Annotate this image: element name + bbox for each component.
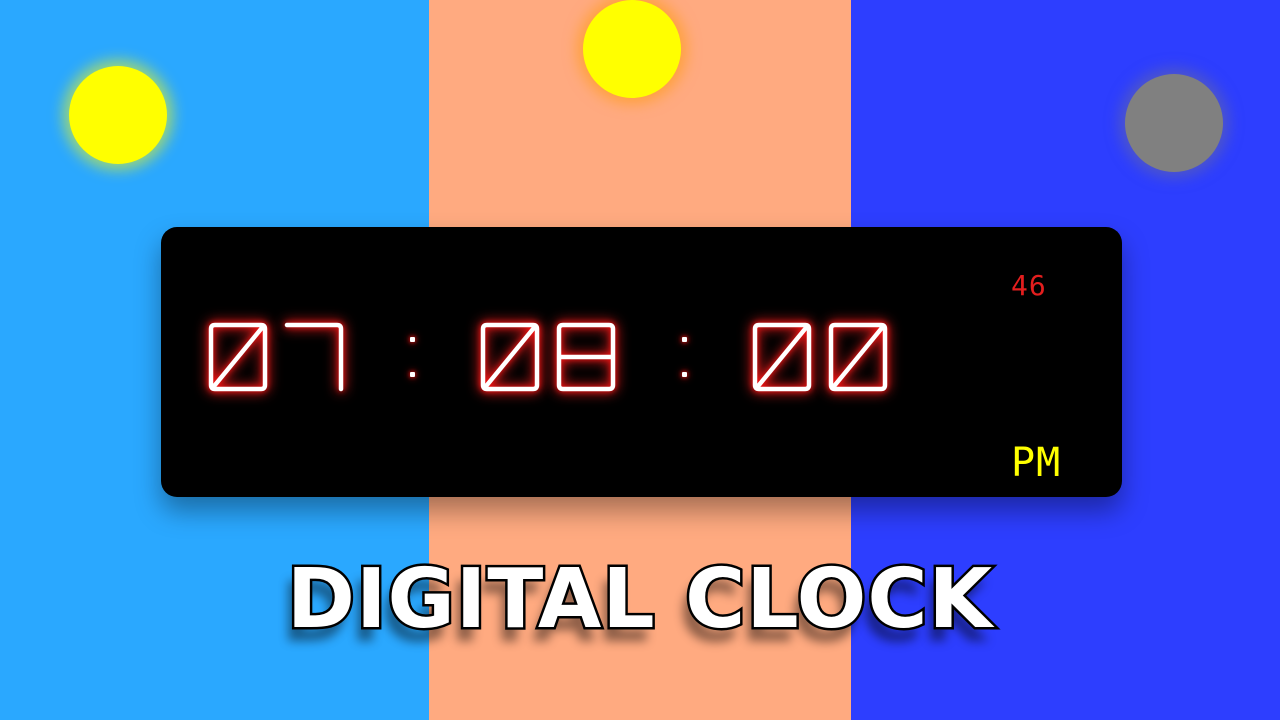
colon-dot <box>409 372 415 377</box>
colon-separator <box>345 337 479 377</box>
am-pm-indicator: PM <box>1011 440 1062 486</box>
colon-separator <box>617 337 751 377</box>
digit-7 <box>284 322 344 392</box>
hours-digits <box>207 321 345 393</box>
time-digits <box>207 321 889 393</box>
digit-8 <box>556 322 616 392</box>
sun-icon <box>69 66 167 164</box>
seconds-digits <box>751 321 889 393</box>
minutes-digits <box>479 321 617 393</box>
sun-icon <box>583 0 681 98</box>
seconds-counter: 46 <box>1011 269 1047 302</box>
digit-0 <box>828 322 888 392</box>
colon-dot <box>409 337 415 342</box>
colon-dot <box>681 337 687 342</box>
digit-segments <box>284 322 344 392</box>
digit-segments <box>828 322 888 392</box>
moon-icon <box>1125 74 1223 172</box>
colon-dot <box>681 372 687 377</box>
digit-segments <box>208 322 268 392</box>
digit-0 <box>752 322 812 392</box>
digit-segments <box>752 322 812 392</box>
digit-0 <box>208 322 268 392</box>
digit-segments <box>556 322 616 392</box>
digit-0 <box>480 322 540 392</box>
digit-segments <box>480 322 540 392</box>
digital-clock-display: 46 PM <box>161 227 1122 497</box>
page-title: DIGITAL CLOCK <box>284 550 994 650</box>
